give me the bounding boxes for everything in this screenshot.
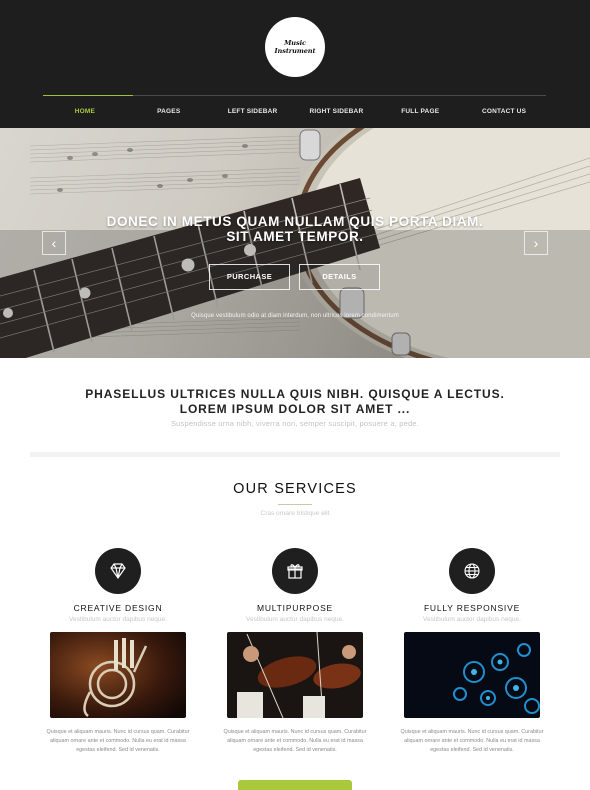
service-title: MULTIPURPOSE <box>256 603 334 613</box>
french-horn-image[interactable] <box>50 632 186 718</box>
details-button[interactable]: DETAILS <box>299 264 380 290</box>
nav-item-right-sidebar[interactable]: RIGHT SIDEBAR <box>294 104 378 120</box>
site-header: Music Instrument HOME PAGES LEFT SIDEBAR… <box>0 0 590 128</box>
service-card-fully-responsive: FULLY RESPONSIVE Vestibulum auctor dapib… <box>392 548 552 753</box>
nav-item-contact-us[interactable]: CONTACT US <box>462 104 546 120</box>
hero-overlay <box>0 230 590 358</box>
chevron-right-icon: › <box>533 235 539 251</box>
service-tagline: Vestibulum auctor dapibus neque. <box>69 616 167 623</box>
hero-slider: ‹ › DONEC IN METUS QUAM NULLAM QUIS PORT… <box>0 128 590 358</box>
slider-next-button[interactable]: › <box>524 231 548 255</box>
globe-icon <box>449 548 495 594</box>
site-logo[interactable]: Music Instrument <box>265 17 325 77</box>
service-card-multipurpose: MULTIPURPOSE Vestibulum auctor dapibus n… <box>215 548 375 753</box>
intro-heading: PHASELLUS ULTRICES NULLA QUIS NIBH. QUIS… <box>85 387 505 416</box>
nav-item-home[interactable]: HOME <box>43 104 127 120</box>
slider-prev-button[interactable]: ‹ <box>42 231 66 255</box>
violinists-image[interactable] <box>227 632 363 718</box>
purchase-button[interactable]: PURCHASE <box>209 264 290 290</box>
service-description: Quisque et aliquam mauris. Nunc id cursu… <box>46 729 190 753</box>
nav-item-full-page[interactable]: FULL PAGE <box>378 104 462 120</box>
services-heading: OUR SERVICES <box>233 481 357 497</box>
main-nav: HOME PAGES LEFT SIDEBAR RIGHT SIDEBAR FU… <box>43 104 546 120</box>
hero-title: DONEC IN METUS QUAM NULLAM QUIS PORTA DI… <box>106 214 484 244</box>
logo-text: Music Instrument <box>274 39 316 55</box>
speakers-image[interactable] <box>404 632 540 718</box>
diamond-icon <box>95 548 141 594</box>
hero-subtitle: Quisque vestibulum odio at diam interdum… <box>191 313 399 319</box>
intro-subtitle: Suspendisse urna nibh, viverra non, semp… <box>170 419 420 428</box>
services-heading-rule <box>278 504 312 505</box>
service-card-creative-design: CREATIVE DESIGN Vestibulum auctor dapibu… <box>38 548 198 753</box>
nav-active-indicator <box>43 95 133 96</box>
services-subtitle: Cras ornare tristique elit <box>260 510 330 517</box>
section-divider <box>30 452 560 457</box>
service-description: Quisque et aliquam mauris. Nunc id cursu… <box>400 729 544 753</box>
nav-item-left-sidebar[interactable]: LEFT SIDEBAR <box>211 104 295 120</box>
cta-button[interactable] <box>238 780 352 790</box>
service-tagline: Vestibulum auctor dapibus neque. <box>423 616 521 623</box>
service-tagline: Vestibulum auctor dapibus neque. <box>246 616 344 623</box>
gift-icon <box>272 548 318 594</box>
service-title: CREATIVE DESIGN <box>73 603 163 613</box>
nav-item-pages[interactable]: PAGES <box>127 104 211 120</box>
chevron-left-icon: ‹ <box>51 235 57 251</box>
service-description: Quisque et aliquam mauris. Nunc id cursu… <box>223 729 367 753</box>
service-title: FULLY RESPONSIVE <box>423 603 521 613</box>
